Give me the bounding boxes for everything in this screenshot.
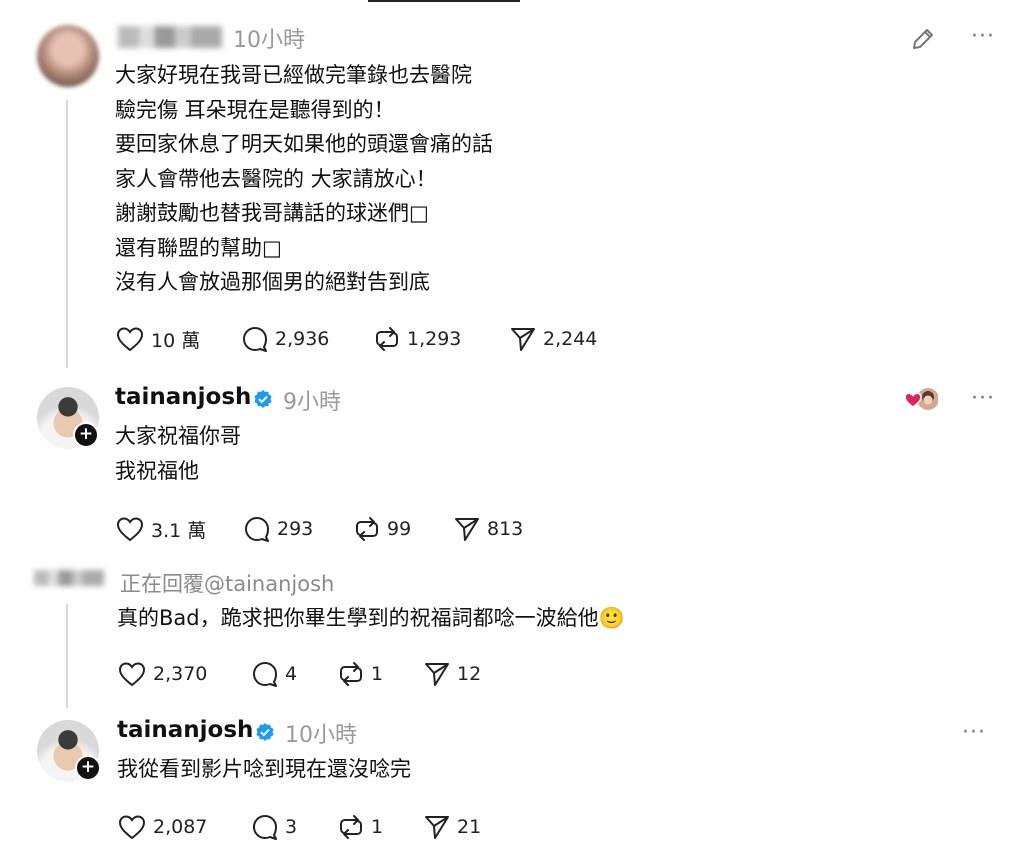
verified-badge-icon	[256, 723, 274, 741]
share-button[interactable]: 2,244	[509, 325, 597, 353]
share-button[interactable]: 21	[423, 813, 481, 841]
comment-button[interactable]: 3	[251, 813, 337, 841]
like-button[interactable]: 2,370	[117, 660, 251, 688]
action-bar: 3.1 萬 293 99 813	[115, 515, 523, 543]
share-icon	[511, 328, 535, 351]
username[interactable]: tainanjosh	[115, 384, 251, 410]
more-icon[interactable]: ···	[971, 24, 995, 49]
repost-button[interactable]: 99	[353, 515, 453, 543]
share-count: 813	[487, 518, 524, 540]
comment-icon	[245, 517, 269, 542]
share-count: 21	[457, 816, 482, 838]
action-bar: 10 萬 2,936 1,293 2,244	[115, 325, 597, 353]
post-body: 大家好現在我哥已經做完筆錄也去醫院 驗完傷 耳朵現在是聽得到的！ 要回家休息了明…	[115, 58, 493, 300]
like-count: 2,087	[153, 816, 208, 838]
share-button[interactable]: 12	[423, 660, 481, 688]
post-time[interactable]: 10小時	[285, 717, 357, 749]
repost-icon	[356, 517, 378, 541]
comment-icon	[253, 662, 277, 687]
repost-count: 1,293	[407, 328, 462, 350]
post-line: 大家祝福你哥	[115, 424, 241, 448]
repost-count: 99	[387, 518, 412, 540]
comment-icon	[243, 327, 267, 352]
heart-icon	[118, 815, 146, 840]
post-line: 要回家休息了明天如果他的頭還會痛的話	[115, 132, 493, 156]
repost-button[interactable]: 1	[337, 813, 423, 841]
reply-to-label[interactable]: 正在回覆@tainanjosh	[120, 568, 334, 598]
post-1: 10小時 ··· 大家好現在我哥已經做完筆錄也去醫院 驗完傷 耳朵現在是聽得到的…	[0, 0, 1024, 372]
comment-count: 293	[277, 518, 314, 540]
comment-count: 3	[285, 816, 298, 838]
like-button[interactable]: 2,087	[117, 813, 251, 841]
repost-button[interactable]: 1	[337, 660, 423, 688]
thread-line	[66, 100, 68, 368]
post-body: 大家祝福你哥 我祝福他	[115, 419, 241, 488]
action-bar: 2,370 4 1 12	[117, 660, 481, 688]
post-line: 謝謝鼓勵也替我哥講話的球迷們□	[115, 201, 429, 225]
post-4: + tainanjosh 10小時 ··· 我從看到影片唸到現在還沒唸完 2,0…	[0, 712, 1024, 840]
repost-icon	[340, 662, 362, 686]
like-count: 10 萬	[151, 329, 201, 352]
thread-line	[66, 604, 68, 708]
comment-count: 4	[285, 663, 298, 685]
repost-count: 1	[371, 663, 384, 685]
follow-plus-icon[interactable]: +	[73, 422, 99, 448]
share-icon	[425, 663, 449, 686]
post-line: 還有聯盟的幫助□	[115, 235, 282, 260]
post-line: 我從看到影片唸到現在還沒唸完	[117, 757, 411, 781]
share-icon	[455, 518, 479, 541]
action-bar: 2,087 3 1 21	[117, 813, 481, 841]
heart-reaction-icon	[904, 388, 938, 410]
follow-plus-icon[interactable]: +	[75, 755, 101, 781]
username-blurred[interactable]	[34, 570, 104, 586]
more-icon[interactable]: ···	[962, 720, 986, 745]
repost-icon	[340, 815, 362, 839]
post-time[interactable]: 10小時	[233, 22, 305, 54]
comment-count: 2,936	[275, 328, 330, 350]
comment-button[interactable]: 293	[243, 515, 353, 543]
avatar[interactable]	[37, 25, 99, 87]
post-line: 驗完傷 耳朵現在是聽得到的！	[115, 97, 395, 122]
username[interactable]: tainanjosh	[117, 717, 253, 743]
share-button[interactable]: 813	[453, 515, 523, 543]
more-icon[interactable]: ···	[971, 386, 995, 411]
like-button[interactable]: 3.1 萬	[115, 515, 243, 543]
post-body: 我從看到影片唸到現在還沒唸完	[117, 752, 411, 787]
post-3: 正在回覆@tainanjosh 真的Bad，跪求把你畢生學到的祝福詞都唸一波給他…	[0, 564, 1024, 712]
heart-icon	[118, 662, 146, 687]
pencil-icon[interactable]	[910, 26, 936, 52]
comment-button[interactable]: 4	[251, 660, 337, 688]
post-line: 我祝福他	[115, 458, 199, 483]
share-icon	[425, 816, 449, 839]
repost-count: 1	[371, 816, 384, 838]
comment-icon	[253, 815, 277, 840]
post-time[interactable]: 9小時	[283, 384, 341, 416]
repost-icon	[376, 327, 398, 351]
post-line: 大家好現在我哥已經做完筆錄也去醫院	[115, 63, 472, 87]
post-2: + tainanjosh 9小時 ··· 大家祝福你哥 我祝福他 3.1 萬 2…	[0, 372, 1024, 564]
like-count: 3.1 萬	[151, 519, 207, 542]
post-line: 真的Bad，跪求把你畢生學到的祝福詞都唸一波給他🙂	[117, 606, 625, 630]
post-body: 真的Bad，跪求把你畢生學到的祝福詞都唸一波給他🙂	[117, 601, 625, 636]
like-button[interactable]: 10 萬	[115, 325, 241, 353]
comment-button[interactable]: 2,936	[241, 325, 373, 353]
post-line: 家人會帶他去醫院的 大家請放心！	[115, 166, 437, 191]
share-count: 12	[457, 663, 482, 685]
heart-icon	[116, 327, 144, 352]
username-blurred[interactable]	[118, 26, 222, 48]
repost-button[interactable]: 1,293	[373, 325, 509, 353]
share-count: 2,244	[543, 328, 598, 350]
verified-badge-icon	[254, 390, 272, 408]
post-line: 沒有人會放過那個男的絕對告到底	[115, 270, 430, 294]
like-count: 2,370	[153, 663, 208, 685]
heart-icon	[116, 517, 144, 542]
